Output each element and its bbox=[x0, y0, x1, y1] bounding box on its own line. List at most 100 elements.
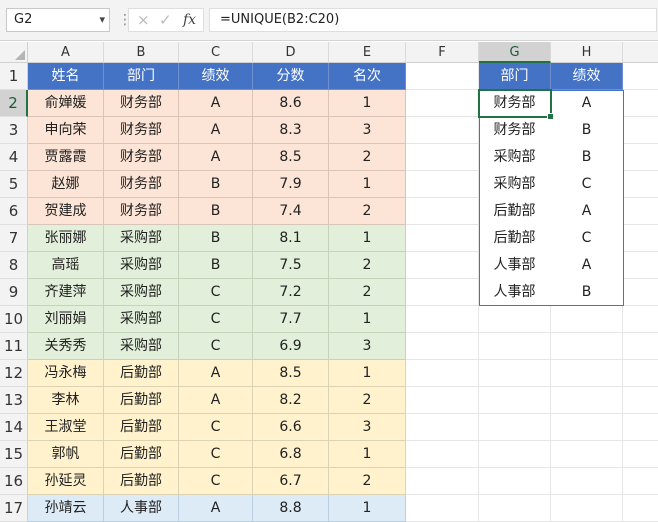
empty-cell[interactable] bbox=[479, 414, 551, 441]
table-cell[interactable]: 后勤部 bbox=[104, 441, 179, 468]
empty-cell[interactable] bbox=[406, 495, 479, 522]
empty-cell[interactable] bbox=[551, 333, 623, 360]
result-cell[interactable]: 财务部 bbox=[479, 117, 551, 144]
empty-cell[interactable] bbox=[479, 468, 551, 495]
table-cell[interactable]: 郭帆 bbox=[28, 441, 104, 468]
table-cell[interactable]: 2 bbox=[329, 144, 406, 171]
table-cell[interactable]: 刘丽娟 bbox=[28, 306, 104, 333]
empty-cell[interactable] bbox=[406, 198, 479, 225]
empty-cell[interactable] bbox=[551, 360, 623, 387]
table-cell[interactable]: 8.1 bbox=[253, 225, 329, 252]
table-cell[interactable]: 财务部 bbox=[104, 171, 179, 198]
empty-cell[interactable] bbox=[623, 495, 658, 522]
result-cell[interactable]: 人事部 bbox=[479, 252, 551, 279]
column-header-b[interactable]: B bbox=[104, 42, 179, 63]
table-cell[interactable]: 1 bbox=[329, 90, 406, 117]
empty-cell[interactable] bbox=[479, 441, 551, 468]
empty-cell[interactable] bbox=[623, 171, 658, 198]
empty-cell[interactable] bbox=[479, 387, 551, 414]
empty-cell[interactable] bbox=[406, 171, 479, 198]
result-cell[interactable]: C bbox=[551, 225, 623, 252]
table-cell[interactable]: C bbox=[179, 333, 253, 360]
empty-cell[interactable] bbox=[623, 90, 658, 117]
row-header-2[interactable]: 2 bbox=[0, 90, 28, 117]
result-cell[interactable]: A bbox=[551, 252, 623, 279]
result-cell[interactable]: 采购部 bbox=[479, 144, 551, 171]
table-cell[interactable]: 2 bbox=[329, 279, 406, 306]
empty-cell[interactable] bbox=[623, 387, 658, 414]
table-cell[interactable]: 8.5 bbox=[253, 360, 329, 387]
empty-cell[interactable] bbox=[406, 414, 479, 441]
table-cell[interactable]: C bbox=[179, 468, 253, 495]
table-cell[interactable]: 后勤部 bbox=[104, 468, 179, 495]
row-header-14[interactable]: 14 bbox=[0, 414, 28, 441]
table-cell[interactable]: 7.4 bbox=[253, 198, 329, 225]
table-cell[interactable]: C bbox=[179, 306, 253, 333]
row-header-4[interactable]: 4 bbox=[0, 144, 28, 171]
table-header-cell[interactable]: 分数 bbox=[253, 63, 329, 90]
table-cell[interactable]: 采购部 bbox=[104, 252, 179, 279]
result-header-cell[interactable]: 部门 bbox=[479, 63, 551, 90]
empty-cell[interactable] bbox=[623, 144, 658, 171]
column-header-f[interactable]: F bbox=[406, 42, 479, 63]
empty-cell[interactable] bbox=[406, 468, 479, 495]
row-header-11[interactable]: 11 bbox=[0, 333, 28, 360]
empty-cell[interactable] bbox=[551, 387, 623, 414]
cancel-icon[interactable]: × bbox=[137, 11, 150, 29]
table-cell[interactable]: 高瑶 bbox=[28, 252, 104, 279]
empty-cell[interactable] bbox=[406, 360, 479, 387]
table-cell[interactable]: 1 bbox=[329, 441, 406, 468]
table-cell[interactable]: 1 bbox=[329, 306, 406, 333]
result-cell[interactable]: 后勤部 bbox=[479, 225, 551, 252]
row-header-5[interactable]: 5 bbox=[0, 171, 28, 198]
table-cell[interactable]: 采购部 bbox=[104, 225, 179, 252]
table-cell[interactable]: 2 bbox=[329, 387, 406, 414]
empty-cell[interactable] bbox=[406, 333, 479, 360]
table-cell[interactable]: 1 bbox=[329, 495, 406, 522]
table-cell[interactable]: 采购部 bbox=[104, 333, 179, 360]
table-cell[interactable]: 孙靖云 bbox=[28, 495, 104, 522]
column-header-g[interactable]: G bbox=[479, 42, 551, 63]
select-all-corner[interactable] bbox=[0, 42, 28, 63]
table-cell[interactable]: 1 bbox=[329, 360, 406, 387]
empty-cell[interactable] bbox=[551, 306, 623, 333]
table-cell[interactable]: 7.5 bbox=[253, 252, 329, 279]
empty-cell[interactable] bbox=[479, 495, 551, 522]
table-cell[interactable]: 关秀秀 bbox=[28, 333, 104, 360]
empty-cell[interactable] bbox=[406, 63, 479, 90]
table-cell[interactable]: 1 bbox=[329, 225, 406, 252]
table-cell[interactable]: 2 bbox=[329, 198, 406, 225]
row-header-16[interactable]: 16 bbox=[0, 468, 28, 495]
table-cell[interactable]: A bbox=[179, 144, 253, 171]
table-cell[interactable]: 6.8 bbox=[253, 441, 329, 468]
empty-cell[interactable] bbox=[623, 333, 658, 360]
empty-cell[interactable] bbox=[406, 279, 479, 306]
empty-cell[interactable] bbox=[623, 198, 658, 225]
result-cell[interactable]: 财务部 bbox=[479, 90, 551, 117]
row-header-8[interactable]: 8 bbox=[0, 252, 28, 279]
table-cell[interactable]: 7.7 bbox=[253, 306, 329, 333]
row-header-6[interactable]: 6 bbox=[0, 198, 28, 225]
table-header-cell[interactable]: 名次 bbox=[329, 63, 406, 90]
table-cell[interactable]: 3 bbox=[329, 117, 406, 144]
chevron-down-icon[interactable]: ▾ bbox=[99, 9, 105, 31]
column-header-e[interactable]: E bbox=[329, 42, 406, 63]
table-cell[interactable]: 财务部 bbox=[104, 198, 179, 225]
table-cell[interactable]: 人事部 bbox=[104, 495, 179, 522]
table-cell[interactable]: A bbox=[179, 90, 253, 117]
table-cell[interactable]: 3 bbox=[329, 414, 406, 441]
table-cell[interactable]: 赵娜 bbox=[28, 171, 104, 198]
empty-cell[interactable] bbox=[551, 414, 623, 441]
result-cell[interactable]: 后勤部 bbox=[479, 198, 551, 225]
table-cell[interactable]: 王淑堂 bbox=[28, 414, 104, 441]
table-cell[interactable]: B bbox=[179, 198, 253, 225]
table-cell[interactable]: 财务部 bbox=[104, 90, 179, 117]
result-cell[interactable]: C bbox=[551, 171, 623, 198]
empty-cell[interactable] bbox=[406, 225, 479, 252]
table-cell[interactable]: 8.2 bbox=[253, 387, 329, 414]
empty-cell[interactable] bbox=[406, 117, 479, 144]
table-cell[interactable]: A bbox=[179, 495, 253, 522]
table-cell[interactable]: 冯永梅 bbox=[28, 360, 104, 387]
table-cell[interactable]: 2 bbox=[329, 468, 406, 495]
result-cell[interactable]: 人事部 bbox=[479, 279, 551, 306]
